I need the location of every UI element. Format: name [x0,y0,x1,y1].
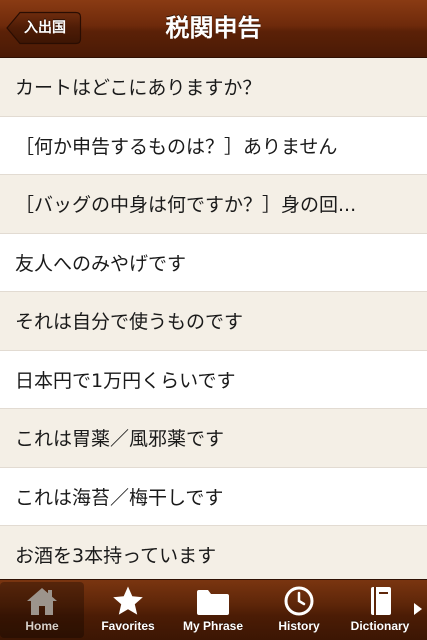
list-item[interactable]: カートはどこにありますか？ [0,58,427,117]
tab-favorites[interactable]: Favorites [86,582,170,638]
navigation-bar: 入出国 税関申告 [0,0,427,58]
tab-my-phrase[interactable]: My Phrase [171,582,255,638]
list-item-text: それは自分で使うものです [15,311,244,334]
list-item[interactable]: ［バッグの中身は何ですか？］身の回... [0,175,427,234]
list-item[interactable]: お酒を3本持っています [0,526,427,579]
list-item[interactable]: 友人へのみやげです [0,233,427,292]
star-icon [86,585,170,619]
back-button-label: 入出国 [24,20,66,36]
list-item-text: お酒を3本持っています [15,545,217,568]
tab-my-phrase-label: My Phrase [182,619,244,633]
list-item-text: 日本円で1万円くらいです [15,369,236,392]
tab-dictionary[interactable]: Dictionary [338,582,422,638]
list-item[interactable]: ［何か申告するものは？］ありません [0,116,427,175]
page-title: 税関申告 [165,14,262,42]
list-item-text: カートはどこにありますか？ [15,77,262,100]
tab-home[interactable]: Home [0,582,84,638]
tab-dictionary-label: Dictionary [350,619,410,633]
list-item-text: 友人へのみやげです [15,252,187,275]
phrase-list: カートはどこにありますか？ ［何か申告するものは？］ありません ［バッグの中身は… [0,58,427,579]
clock-icon [257,585,341,619]
back-button[interactable]: 入出国 [6,11,82,45]
list-item-text: これは胃薬／風邪薬です [15,428,225,451]
tab-home-label: Home [25,619,59,633]
list-item-text: これは海苔／梅干しです [15,486,224,509]
list-item[interactable]: それは自分で使うものです [0,292,427,351]
book-icon [338,585,422,619]
tab-favorites-label: Favorites [101,619,155,633]
more-tabs-arrow-icon[interactable] [413,602,423,616]
tab-history[interactable]: History [257,582,341,638]
folder-icon [171,585,255,619]
list-item[interactable]: 日本円で1万円くらいです [0,350,427,409]
tab-history-label: History [278,619,320,633]
list-item[interactable]: これは胃薬／風邪薬です [0,409,427,468]
list-item-text: ［バッグの中身は何ですか？］身の回... [15,194,357,217]
list-item[interactable]: これは海苔／梅干しです [0,467,427,526]
list-item-text: ［何か申告するものは？］ありません [15,135,338,158]
tab-bar: Home Favorites My Phrase History Diction… [0,579,427,640]
home-icon [0,585,84,619]
